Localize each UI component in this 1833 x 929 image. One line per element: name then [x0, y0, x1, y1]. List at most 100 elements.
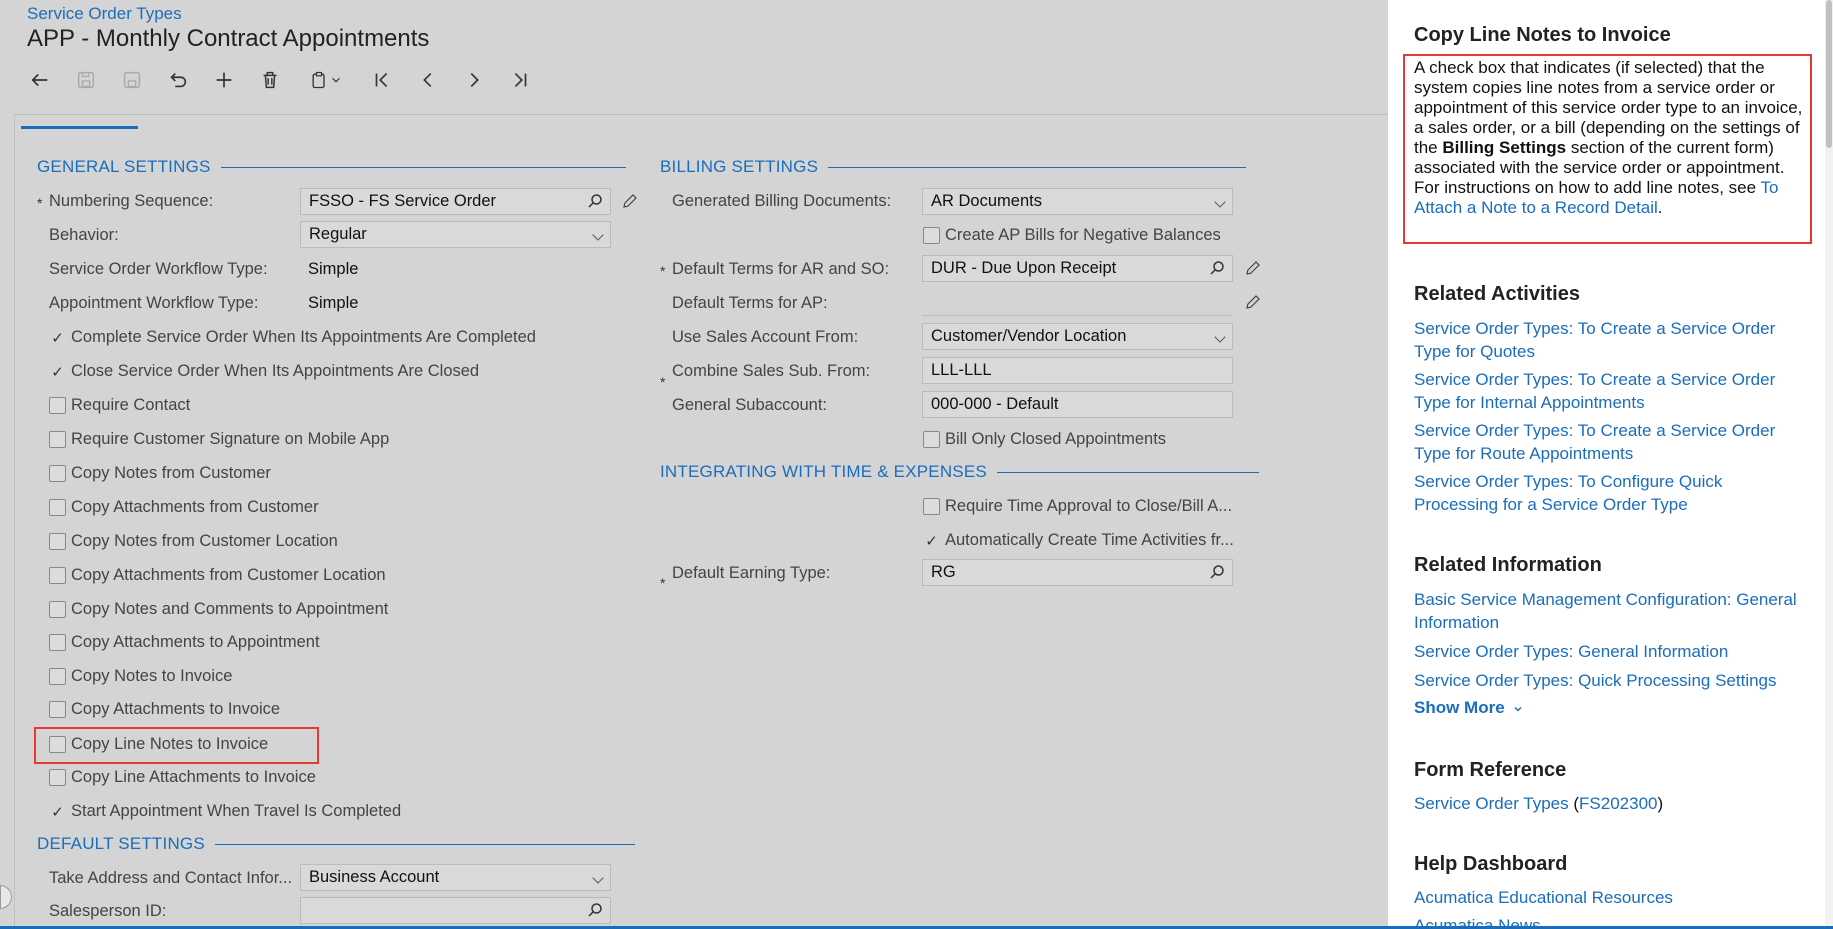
earning-type-label: Default Earning Type:	[672, 564, 831, 582]
related-activity-link[interactable]: Service Order Types: To Create a Service…	[1414, 317, 1809, 363]
general-checkbox-row[interactable]: ✓ Start Appointment When Travel Is Comple…	[49, 802, 401, 821]
form-code-link[interactable]: FS202300	[1579, 794, 1657, 813]
earning-type-field[interactable]: RG	[922, 559, 1233, 586]
general-checkbox-row[interactable]: Copy Notes and Comments to Appointment	[49, 600, 388, 619]
search-icon[interactable]	[586, 192, 604, 210]
edit-pencil-icon[interactable]	[1244, 293, 1262, 311]
checkmark-icon[interactable]: ✓	[49, 363, 66, 381]
sales-acct-select[interactable]: Customer/Vendor Location	[922, 323, 1233, 350]
related-info-link[interactable]: Basic Service Management Configuration: …	[1414, 588, 1809, 634]
undo-icon	[170, 72, 187, 88]
checkbox-label: Start Appointment When Travel Is Complet…	[71, 802, 402, 820]
checkbox[interactable]	[923, 227, 940, 244]
side-handle[interactable]	[0, 885, 12, 909]
general-checkbox-row[interactable]: Copy Line Attachments to Invoice	[49, 768, 316, 787]
form-reference-line: Service Order Types (FS202300)	[1414, 792, 1809, 815]
checkmark-icon[interactable]: ✓	[49, 803, 66, 821]
breadcrumb[interactable]: Service Order Types	[27, 4, 182, 24]
general-checkbox-row[interactable]: Copy Attachments from Customer	[49, 498, 319, 517]
general-checkbox-row[interactable]: Copy Attachments from Customer Location	[49, 566, 386, 585]
behavior-select[interactable]: Regular	[300, 221, 611, 248]
save-close-button[interactable]	[68, 62, 104, 98]
related-activities-title: Related Activities	[1414, 283, 1580, 305]
salesperson-field[interactable]	[300, 897, 611, 924]
general-checkbox-row[interactable]: Require Customer Signature on Mobile App	[49, 430, 389, 449]
checkbox[interactable]	[923, 431, 940, 448]
show-more-button[interactable]: Show More	[1414, 698, 1524, 718]
ap-bills-checkbox-row[interactable]: Create AP Bills for Negative Balances	[923, 226, 1221, 245]
checkbox[interactable]	[49, 668, 66, 685]
gen-docs-select[interactable]: AR Documents	[922, 188, 1233, 215]
general-checkbox-row[interactable]: Copy Notes from Customer	[49, 464, 271, 483]
gen-sub-field[interactable]: 000-000 - Default	[922, 391, 1233, 418]
dashboard-link[interactable]: Acumatica Educational Resources	[1414, 886, 1809, 909]
time-approval-checkbox-row[interactable]: Require Time Approval to Close/Bill A...	[923, 497, 1232, 516]
add-button[interactable]	[206, 62, 242, 98]
checkbox[interactable]	[49, 397, 66, 414]
back-arrow-icon	[31, 73, 48, 87]
help-scrollbar[interactable]	[1825, 0, 1833, 929]
combine-sub-value: LLL-LLL	[931, 361, 992, 379]
active-tab-indicator[interactable]	[21, 126, 138, 129]
save-button[interactable]	[114, 62, 150, 98]
search-icon[interactable]	[1208, 563, 1226, 581]
edit-pencil-icon[interactable]	[621, 192, 639, 210]
form-reference-link[interactable]: Service Order Types	[1414, 794, 1569, 813]
section-line	[214, 843, 635, 845]
undo-button[interactable]	[160, 62, 196, 98]
checkbox[interactable]	[49, 431, 66, 448]
chevron-down-icon	[1214, 331, 1226, 343]
general-checkbox-row[interactable]: ✓ Close Service Order When Its Appointmen…	[49, 362, 479, 381]
general-checkbox-row[interactable]: Copy Attachments to Invoice	[49, 700, 280, 719]
general-checkbox-row[interactable]: Copy Notes from Customer Location	[49, 532, 338, 551]
back-button[interactable]	[22, 62, 58, 98]
terms-ar-field[interactable]: DUR - Due Upon Receipt	[922, 255, 1233, 282]
checkbox-label: Copy Attachments from Customer	[71, 498, 319, 516]
numbering-sequence-field[interactable]: FSSO - FS Service Order	[300, 188, 611, 215]
checkbox-label: Close Service Order When Its Appointment…	[71, 362, 480, 380]
address-source-value: Business Account	[309, 868, 440, 886]
related-activity-link[interactable]: Service Order Types: To Configure Quick …	[1414, 470, 1809, 516]
last-record-button[interactable]	[502, 62, 538, 98]
checkbox-label: Copy Notes from Customer Location	[71, 532, 338, 550]
next-record-button[interactable]	[456, 62, 492, 98]
checkbox[interactable]	[49, 465, 66, 482]
auto-create-checkbox-row[interactable]: ✓ Automatically Create Time Activities f…	[923, 531, 1234, 550]
tab-divider	[14, 114, 1388, 115]
section-line	[828, 166, 1247, 168]
prev-record-button[interactable]	[410, 62, 446, 98]
checkbox[interactable]	[49, 634, 66, 651]
related-info-title: Related Information	[1414, 554, 1602, 576]
bill-closed-checkbox-row[interactable]: Bill Only Closed Appointments	[923, 430, 1166, 449]
checkbox[interactable]	[49, 769, 66, 786]
checkbox[interactable]	[49, 601, 66, 618]
checkbox[interactable]	[49, 499, 66, 516]
related-info-link[interactable]: Service Order Types: Quick Processing Se…	[1414, 669, 1809, 692]
checkbox[interactable]	[49, 533, 66, 550]
address-source-select[interactable]: Business Account	[300, 864, 611, 891]
save-close-icon	[77, 71, 95, 89]
paren: (	[1568, 794, 1580, 813]
general-checkbox-row[interactable]: Copy Attachments to Appointment	[49, 633, 320, 652]
first-record-button[interactable]	[364, 62, 400, 98]
page-title: APP - Monthly Contract Appointments	[27, 25, 430, 52]
related-activity-link[interactable]: Service Order Types: To Create a Service…	[1414, 368, 1809, 414]
checkmark-icon[interactable]: ✓	[923, 532, 940, 550]
general-checkbox-row[interactable]: Require Contact	[49, 396, 190, 415]
general-checkbox-row[interactable]: Copy Notes to Invoice	[49, 667, 232, 686]
search-icon[interactable]	[586, 901, 604, 919]
delete-button[interactable]	[252, 62, 288, 98]
checkbox[interactable]	[49, 567, 66, 584]
scrollbar-thumb[interactable]	[1826, 0, 1832, 148]
related-info-link[interactable]: Service Order Types: General Information	[1414, 640, 1809, 663]
copy-paste-button[interactable]	[300, 62, 352, 98]
help-panel: Copy Line Notes to Invoice A check box t…	[1388, 0, 1833, 929]
checkbox[interactable]	[923, 498, 940, 515]
general-checkbox-row[interactable]: ✓ Complete Service Order When Its Appoint…	[49, 328, 536, 347]
checkmark-icon[interactable]: ✓	[49, 329, 66, 347]
combine-sub-field[interactable]: LLL-LLL	[922, 357, 1233, 384]
related-activity-link[interactable]: Service Order Types: To Create a Service…	[1414, 419, 1809, 465]
checkbox[interactable]	[49, 701, 66, 718]
search-icon[interactable]	[1208, 259, 1226, 277]
edit-pencil-icon[interactable]	[1244, 259, 1262, 277]
